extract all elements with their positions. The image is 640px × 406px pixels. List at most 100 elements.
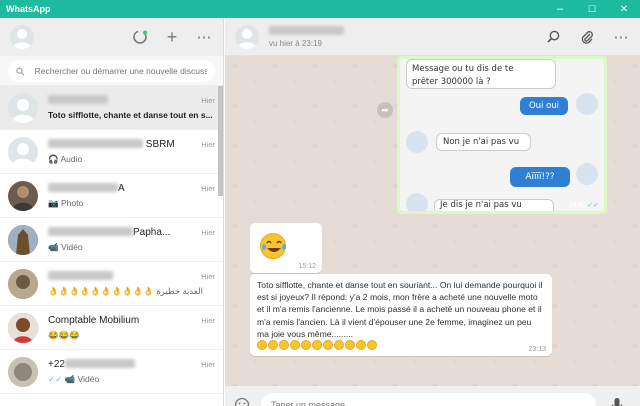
chat-preview: 👌👌👌👌👌👌👌👌👌👌 العدبة خطيرة [48,285,203,296]
search-bar [0,56,223,86]
chat-preview: 😂😂😂 [48,329,80,340]
avatar [576,93,598,115]
default-avatar-icon [237,28,257,49]
avatar [8,312,38,343]
tears-of-joy-emoji-icon [257,340,267,351]
tears-of-joy-emoji-icon [367,340,377,351]
chat-name [48,271,113,283]
conversation-panel: vu hier à 23:19 ⋯ ➦ Message ou tu dis de… [225,18,640,406]
chat-item[interactable]: Papha... Hier 📹 Vidéo [0,218,223,262]
status-icon[interactable] [131,28,149,46]
search-icon [16,67,25,75]
avatar [576,163,598,185]
maximize-button[interactable]: ☐ [576,0,608,18]
conversation-header: vu hier à 23:19 ⋯ [225,18,640,56]
chat-preview: Photo [60,197,84,208]
default-avatar-icon [12,29,32,49]
emoji-row [257,340,545,351]
chat-item[interactable]: SBRM Hier 🎧 Audio [0,130,223,174]
camera-icon: 📷 [48,197,59,208]
avatar [8,92,38,123]
avatar [8,268,38,299]
chat-name: SBRM [48,139,175,151]
contact-info[interactable]: vu hier à 23:19 [269,26,344,48]
avatar [8,224,38,255]
message-time: 15:12 [298,263,316,270]
chat-time: Hier [201,228,215,237]
tears-of-joy-emoji-icon [279,340,289,351]
message-area: ➦ Message ou tu dis de te prêter 300000 … [225,56,640,386]
app-title: WhatsApp [6,4,51,14]
contact-status: vu hier à 23:19 [269,38,322,48]
chat-item[interactable]: +22 Hier ✓✓ 📹 Vidéo [0,350,223,394]
forward-icon[interactable]: ➦ [377,102,393,118]
chat-item[interactable]: A Hier 📷 Photo [0,174,223,218]
search-box[interactable] [8,60,215,82]
tears-of-joy-emoji-icon [356,340,366,351]
tears-of-joy-emoji-icon [260,233,286,259]
search-icon[interactable] [544,28,562,46]
chat-list-panel: + ⋯ Hier Toto sifflotte, chante et danse… [0,18,224,406]
menu-icon[interactable]: ⋯ [612,28,630,46]
double-check-icon: ✓✓ [587,202,599,209]
text-message[interactable]: Toto sifflotte, chante et danse tout en … [250,274,552,356]
avatar [406,131,428,153]
message-time: 14:42 [568,202,586,209]
tears-of-joy-emoji-icon [268,340,278,351]
tears-of-joy-emoji-icon [334,340,344,351]
headphones-icon: 🎧 [48,153,59,164]
video-icon: 📹 [64,373,76,384]
composer [225,386,640,406]
emoji-icon[interactable] [233,396,251,406]
chat-time: Hier [201,96,215,105]
image-message[interactable]: Message ou tu dis de te prêter 300000 là… [397,56,607,214]
close-button[interactable]: ✕ [608,0,640,18]
search-input[interactable] [34,66,207,76]
message-input[interactable] [261,393,596,406]
avatar [8,180,38,211]
avatar [406,193,428,211]
chat-preview: Audio [60,153,83,164]
title-bar: WhatsApp – ☐ ✕ [0,0,640,18]
chat-time: Hier [201,184,215,193]
image-line: Aïïïï!?? [510,167,570,187]
tears-of-joy-emoji-icon [312,340,322,351]
new-chat-icon[interactable]: + [163,27,181,47]
scrollbar[interactable] [218,86,223,196]
chat-time: Hier [201,140,215,149]
chat-preview: Toto sifflotte, chante et danse tout en … [48,109,213,120]
my-avatar[interactable] [10,25,34,49]
image-line: Non je n'ai pas vu [436,133,531,151]
chat-item[interactable]: Hier Toto sifflotte, chante et danse tou… [0,86,223,130]
menu-icon[interactable]: ⋯ [195,28,213,46]
avatar [8,136,38,167]
chat-time: Hier [201,272,215,281]
chat-name: +22 [48,359,135,371]
chat-name: Comptable Mobilium [48,314,140,326]
chat-item[interactable]: Hier 👌👌👌👌👌👌👌👌👌👌 العدبة خطيرة [0,262,223,306]
chat-name [48,95,108,107]
tears-of-joy-emoji-icon [301,340,311,351]
screenshot-image: Message ou tu dis de te prêter 300000 là… [400,59,604,211]
message-time: 23:13 [528,346,546,353]
chat-time: Hier [201,360,215,369]
tears-of-joy-emoji-icon [290,340,300,351]
chat-name: A [48,183,125,195]
contact-avatar[interactable] [235,24,259,49]
microphone-icon[interactable] [608,396,626,406]
chat-preview: Vidéo [77,373,100,384]
chat-preview: Vidéo [60,241,83,252]
video-icon: 📹 [48,241,59,252]
emoji-message[interactable]: 15:12 [250,223,322,273]
tears-of-joy-emoji-icon [345,340,355,351]
chat-list: Hier Toto sifflotte, chante et danse tou… [0,86,223,406]
chat-item[interactable]: Comptable Mobilium Hier 😂😂😂 [0,306,223,350]
message-text: Toto sifflotte, chante et danse tout en … [257,280,543,339]
contact-name [269,26,344,37]
minimize-button[interactable]: – [544,0,576,18]
chat-name: Papha... [48,227,170,239]
image-line: Message ou tu dis de te [412,64,514,74]
avatar [8,356,38,387]
image-line: Oui oui [520,97,568,115]
attach-icon[interactable] [578,28,596,46]
